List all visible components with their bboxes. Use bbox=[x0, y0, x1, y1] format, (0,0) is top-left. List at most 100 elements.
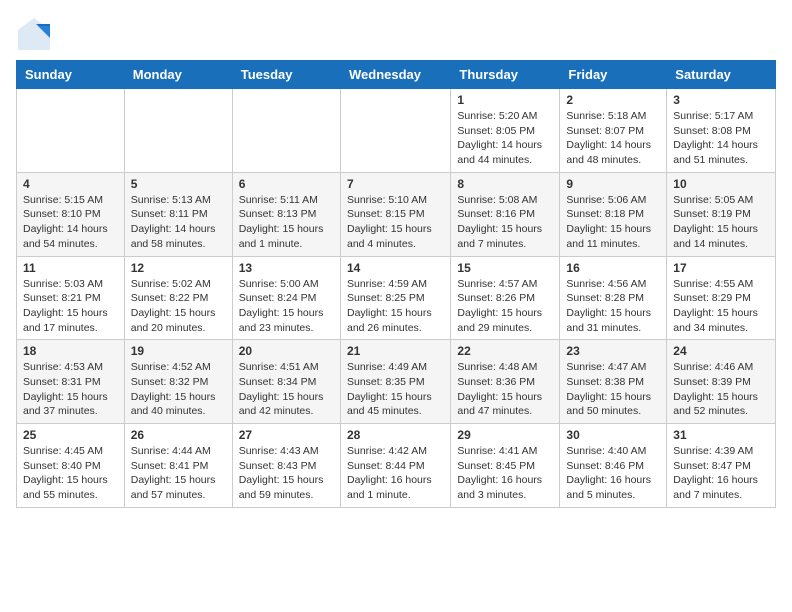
day-info: Sunrise: 4:46 AM Sunset: 8:39 PM Dayligh… bbox=[673, 360, 769, 419]
day-number: 16 bbox=[566, 261, 660, 275]
day-info: Sunrise: 4:40 AM Sunset: 8:46 PM Dayligh… bbox=[566, 444, 660, 503]
day-number: 17 bbox=[673, 261, 769, 275]
day-info: Sunrise: 4:59 AM Sunset: 8:25 PM Dayligh… bbox=[347, 277, 444, 336]
calendar-header-sunday: Sunday bbox=[17, 61, 125, 89]
day-info: Sunrise: 5:17 AM Sunset: 8:08 PM Dayligh… bbox=[673, 109, 769, 168]
day-number: 29 bbox=[457, 428, 553, 442]
day-number: 15 bbox=[457, 261, 553, 275]
calendar-table: SundayMondayTuesdayWednesdayThursdayFrid… bbox=[16, 60, 776, 508]
day-info: Sunrise: 4:39 AM Sunset: 8:47 PM Dayligh… bbox=[673, 444, 769, 503]
day-number: 10 bbox=[673, 177, 769, 191]
calendar-cell: 7 Sunrise: 5:10 AM Sunset: 8:15 PM Daylig… bbox=[340, 172, 450, 256]
calendar-cell: 5 Sunrise: 5:13 AM Sunset: 8:11 PM Daylig… bbox=[124, 172, 232, 256]
calendar-cell: 25Sunrise: 4:45 AM Sunset: 8:40 PM Dayli… bbox=[17, 424, 125, 508]
day-info: Sunrise: 4:49 AM Sunset: 8:35 PM Dayligh… bbox=[347, 360, 444, 419]
calendar-cell: 18 Sunrise: 4:53 AM Sunset: 8:31 PM Dayli… bbox=[17, 340, 125, 424]
day-number: 21 bbox=[347, 344, 444, 358]
calendar-cell: 21 Sunrise: 4:49 AM Sunset: 8:35 PM Dayli… bbox=[340, 340, 450, 424]
generalblue-icon bbox=[16, 16, 52, 52]
day-info: Sunrise: 4:42 AM Sunset: 8:44 PM Dayligh… bbox=[347, 444, 444, 503]
day-info: Sunrise: 4:44 AM Sunset: 8:41 PM Dayligh… bbox=[131, 444, 226, 503]
day-number: 30 bbox=[566, 428, 660, 442]
calendar-cell: 15Sunrise: 4:57 AM Sunset: 8:26 PM Dayli… bbox=[451, 256, 560, 340]
calendar-cell: 30 Sunrise: 4:40 AM Sunset: 8:46 PM Dayli… bbox=[560, 424, 667, 508]
day-number: 7 bbox=[347, 177, 444, 191]
calendar-header-thursday: Thursday bbox=[451, 61, 560, 89]
calendar-cell: 14 Sunrise: 4:59 AM Sunset: 8:25 PM Dayli… bbox=[340, 256, 450, 340]
day-number: 5 bbox=[131, 177, 226, 191]
day-info: Sunrise: 5:20 AM Sunset: 8:05 PM Dayligh… bbox=[457, 109, 553, 168]
day-info: Sunrise: 4:52 AM Sunset: 8:32 PM Dayligh… bbox=[131, 360, 226, 419]
calendar-cell: 3 Sunrise: 5:17 AM Sunset: 8:08 PM Daylig… bbox=[667, 89, 776, 173]
calendar-header-monday: Monday bbox=[124, 61, 232, 89]
day-info: Sunrise: 4:47 AM Sunset: 8:38 PM Dayligh… bbox=[566, 360, 660, 419]
calendar-cell: 19 Sunrise: 4:52 AM Sunset: 8:32 PM Dayli… bbox=[124, 340, 232, 424]
calendar-cell bbox=[17, 89, 125, 173]
day-number: 19 bbox=[131, 344, 226, 358]
calendar-cell: 2 Sunrise: 5:18 AM Sunset: 8:07 PM Daylig… bbox=[560, 89, 667, 173]
calendar-cell: 31 Sunrise: 4:39 AM Sunset: 8:47 PM Dayli… bbox=[667, 424, 776, 508]
calendar-cell: 20Sunrise: 4:51 AM Sunset: 8:34 PM Dayli… bbox=[232, 340, 340, 424]
day-number: 9 bbox=[566, 177, 660, 191]
calendar-header-friday: Friday bbox=[560, 61, 667, 89]
calendar-cell bbox=[232, 89, 340, 173]
calendar-cell: 29Sunrise: 4:41 AM Sunset: 8:45 PM Dayli… bbox=[451, 424, 560, 508]
calendar-cell: 23 Sunrise: 4:47 AM Sunset: 8:38 PM Dayli… bbox=[560, 340, 667, 424]
day-info: Sunrise: 4:55 AM Sunset: 8:29 PM Dayligh… bbox=[673, 277, 769, 336]
calendar-cell: 10 Sunrise: 5:05 AM Sunset: 8:19 PM Dayli… bbox=[667, 172, 776, 256]
calendar-week-row: 4 Sunrise: 5:15 AM Sunset: 8:10 PM Daylig… bbox=[17, 172, 776, 256]
day-number: 23 bbox=[566, 344, 660, 358]
calendar-cell: 4 Sunrise: 5:15 AM Sunset: 8:10 PM Daylig… bbox=[17, 172, 125, 256]
calendar-header-row: SundayMondayTuesdayWednesdayThursdayFrid… bbox=[17, 61, 776, 89]
calendar-week-row: 11Sunrise: 5:03 AM Sunset: 8:21 PM Dayli… bbox=[17, 256, 776, 340]
day-number: 18 bbox=[23, 344, 118, 358]
calendar-cell: 28 Sunrise: 4:42 AM Sunset: 8:44 PM Dayli… bbox=[340, 424, 450, 508]
day-info: Sunrise: 5:00 AM Sunset: 8:24 PM Dayligh… bbox=[239, 277, 334, 336]
day-number: 8 bbox=[457, 177, 553, 191]
calendar-week-row: 18 Sunrise: 4:53 AM Sunset: 8:31 PM Dayli… bbox=[17, 340, 776, 424]
day-info: Sunrise: 5:05 AM Sunset: 8:19 PM Dayligh… bbox=[673, 193, 769, 252]
day-info: Sunrise: 4:43 AM Sunset: 8:43 PM Dayligh… bbox=[239, 444, 334, 503]
day-number: 3 bbox=[673, 93, 769, 107]
calendar-cell: 12 Sunrise: 5:02 AM Sunset: 8:22 PM Dayli… bbox=[124, 256, 232, 340]
calendar-header-wednesday: Wednesday bbox=[340, 61, 450, 89]
day-info: Sunrise: 5:02 AM Sunset: 8:22 PM Dayligh… bbox=[131, 277, 226, 336]
day-number: 24 bbox=[673, 344, 769, 358]
day-number: 31 bbox=[673, 428, 769, 442]
day-info: Sunrise: 5:10 AM Sunset: 8:15 PM Dayligh… bbox=[347, 193, 444, 252]
day-number: 12 bbox=[131, 261, 226, 275]
calendar-cell: 1 Sunrise: 5:20 AM Sunset: 8:05 PM Daylig… bbox=[451, 89, 560, 173]
day-info: Sunrise: 5:11 AM Sunset: 8:13 PM Dayligh… bbox=[239, 193, 334, 252]
day-number: 22 bbox=[457, 344, 553, 358]
day-info: Sunrise: 5:15 AM Sunset: 8:10 PM Dayligh… bbox=[23, 193, 118, 252]
calendar-cell: 13 Sunrise: 5:00 AM Sunset: 8:24 PM Dayli… bbox=[232, 256, 340, 340]
day-number: 1 bbox=[457, 93, 553, 107]
day-info: Sunrise: 5:06 AM Sunset: 8:18 PM Dayligh… bbox=[566, 193, 660, 252]
calendar-cell: 24 Sunrise: 4:46 AM Sunset: 8:39 PM Dayli… bbox=[667, 340, 776, 424]
day-number: 28 bbox=[347, 428, 444, 442]
calendar-cell: 8 Sunrise: 5:08 AM Sunset: 8:16 PM Daylig… bbox=[451, 172, 560, 256]
calendar-cell bbox=[124, 89, 232, 173]
calendar-cell: 9 Sunrise: 5:06 AM Sunset: 8:18 PM Daylig… bbox=[560, 172, 667, 256]
day-number: 13 bbox=[239, 261, 334, 275]
day-info: Sunrise: 5:08 AM Sunset: 8:16 PM Dayligh… bbox=[457, 193, 553, 252]
day-number: 25 bbox=[23, 428, 118, 442]
header bbox=[16, 16, 776, 52]
day-info: Sunrise: 5:18 AM Sunset: 8:07 PM Dayligh… bbox=[566, 109, 660, 168]
day-info: Sunrise: 4:48 AM Sunset: 8:36 PM Dayligh… bbox=[457, 360, 553, 419]
day-number: 27 bbox=[239, 428, 334, 442]
day-number: 6 bbox=[239, 177, 334, 191]
day-number: 14 bbox=[347, 261, 444, 275]
day-info: Sunrise: 5:13 AM Sunset: 8:11 PM Dayligh… bbox=[131, 193, 226, 252]
day-number: 4 bbox=[23, 177, 118, 191]
calendar-cell: 27 Sunrise: 4:43 AM Sunset: 8:43 PM Dayli… bbox=[232, 424, 340, 508]
calendar-week-row: 1 Sunrise: 5:20 AM Sunset: 8:05 PM Daylig… bbox=[17, 89, 776, 173]
calendar-week-row: 25Sunrise: 4:45 AM Sunset: 8:40 PM Dayli… bbox=[17, 424, 776, 508]
calendar-cell: 22 Sunrise: 4:48 AM Sunset: 8:36 PM Dayli… bbox=[451, 340, 560, 424]
day-number: 2 bbox=[566, 93, 660, 107]
calendar-cell: 6 Sunrise: 5:11 AM Sunset: 8:13 PM Daylig… bbox=[232, 172, 340, 256]
calendar-cell: 16Sunrise: 4:56 AM Sunset: 8:28 PM Dayli… bbox=[560, 256, 667, 340]
calendar-header-saturday: Saturday bbox=[667, 61, 776, 89]
day-info: Sunrise: 4:53 AM Sunset: 8:31 PM Dayligh… bbox=[23, 360, 118, 419]
logo bbox=[16, 16, 54, 52]
